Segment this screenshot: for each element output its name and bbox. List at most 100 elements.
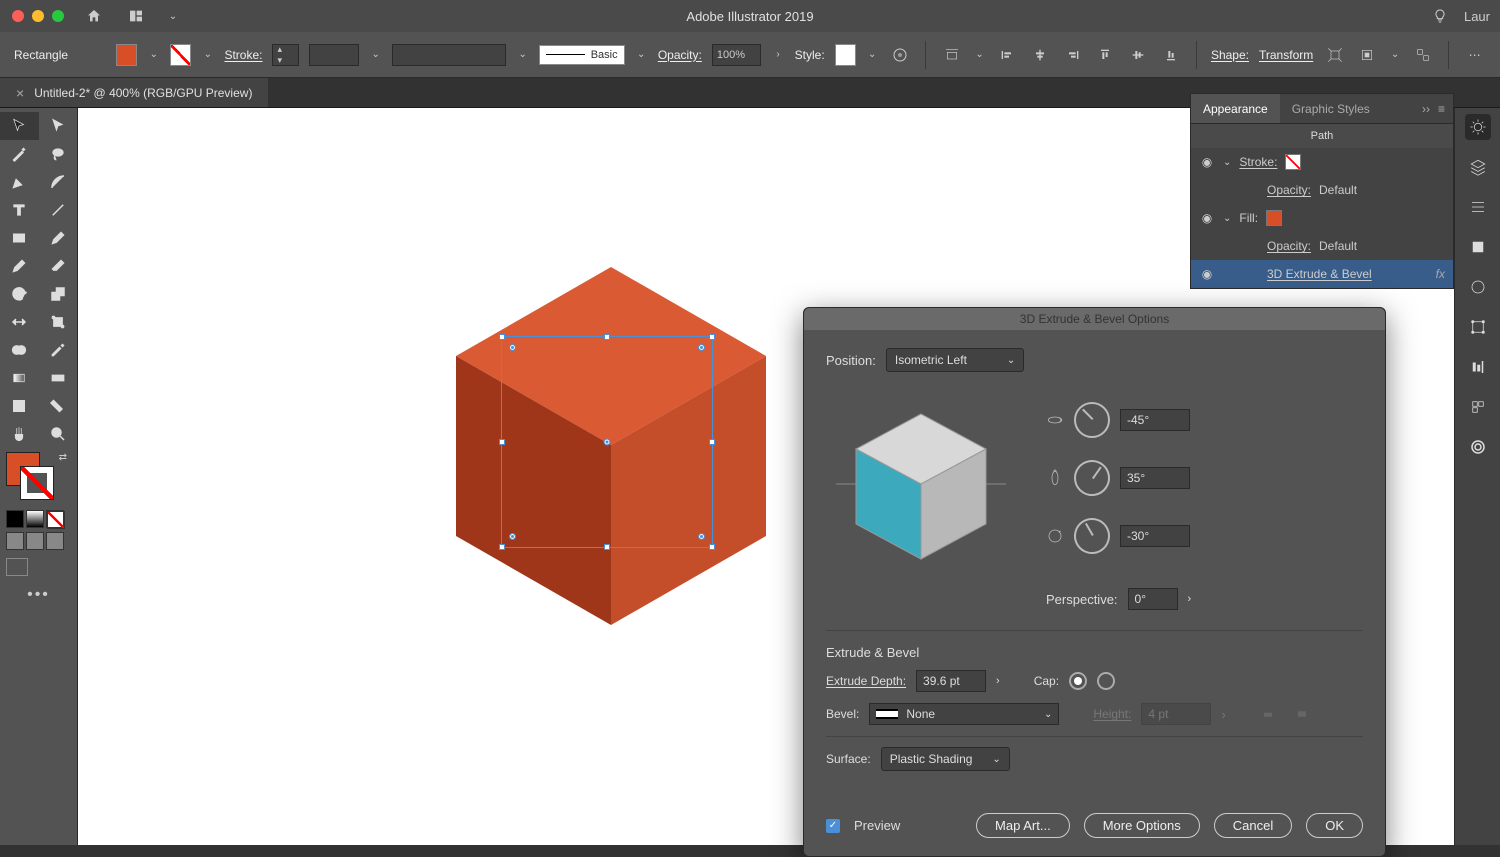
x-rotation-input[interactable]: -45°: [1120, 409, 1190, 431]
blend-tool[interactable]: [39, 364, 78, 392]
minimize-window-button[interactable]: [32, 10, 44, 22]
width-profile-dropdown[interactable]: ⌄: [516, 49, 529, 60]
perspective-stepper[interactable]: ›: [1188, 593, 1192, 605]
align-top-icon[interactable]: [1094, 43, 1117, 67]
document-tab[interactable]: × Untitled-2* @ 400% (RGB/GPU Preview): [0, 78, 268, 107]
align-to-dropdown[interactable]: ⌄: [973, 49, 986, 60]
fill-swatch[interactable]: [116, 44, 137, 66]
close-tab-icon[interactable]: ×: [16, 85, 24, 101]
eraser-tool[interactable]: [39, 252, 78, 280]
transform-link[interactable]: Transform: [1259, 48, 1313, 62]
direct-selection-tool[interactable]: [39, 112, 78, 140]
draw-behind[interactable]: [26, 532, 44, 550]
align-center-v-icon[interactable]: [1127, 43, 1150, 67]
align-bottom-icon[interactable]: [1159, 43, 1182, 67]
align-panel-icon[interactable]: [1465, 354, 1491, 380]
stroke-swatch[interactable]: [170, 44, 191, 66]
preview-checkbox[interactable]: ✓: [826, 819, 840, 833]
swatches-panel-icon[interactable]: [1465, 234, 1491, 260]
zoom-tool[interactable]: [39, 420, 78, 448]
lightbulb-icon[interactable]: [1428, 4, 1452, 28]
shape-builder-tool[interactable]: [0, 336, 39, 364]
appearance-fill-row[interactable]: ◉ ⌄ Fill:: [1191, 204, 1453, 232]
select-similar-icon[interactable]: [1412, 43, 1435, 67]
ok-button[interactable]: OK: [1306, 813, 1363, 838]
screen-mode[interactable]: [0, 552, 77, 578]
curvature-tool[interactable]: [39, 168, 78, 196]
arrange-documents-icon[interactable]: [124, 4, 148, 28]
magic-wand-tool[interactable]: [0, 140, 39, 168]
width-tool[interactable]: [0, 308, 39, 336]
appearance-3d-effect-row[interactable]: ◉ 3D Extrude & Bevel fx: [1191, 260, 1453, 288]
cc-libraries-icon[interactable]: [1465, 434, 1491, 460]
home-icon[interactable]: [82, 4, 106, 28]
cap-on-radio[interactable]: [1069, 672, 1087, 690]
scale-tool[interactable]: [39, 280, 78, 308]
draw-normal[interactable]: [6, 532, 24, 550]
opacity-dropdown[interactable]: ›: [771, 49, 784, 60]
y-rotation-input[interactable]: 35°: [1120, 467, 1190, 489]
fill-swatch-mini[interactable]: [1266, 210, 1282, 226]
surface-select[interactable]: Plastic Shading⌄: [881, 747, 1010, 771]
user-name[interactable]: Laur: [1464, 9, 1490, 24]
selection-tool[interactable]: [0, 112, 39, 140]
color-panel-icon[interactable]: [1465, 274, 1491, 300]
edit-toolbar-button[interactable]: •••: [0, 578, 77, 612]
paintbrush-tool[interactable]: [39, 224, 78, 252]
artwork-cube[interactable]: [456, 267, 766, 627]
opacity-label[interactable]: Opacity:: [658, 48, 702, 62]
depth-stepper[interactable]: ›: [996, 675, 1000, 687]
fill-dropdown[interactable]: ⌄: [147, 49, 160, 60]
draw-inside[interactable]: [46, 532, 64, 550]
maximize-window-button[interactable]: [52, 10, 64, 22]
type-tool[interactable]: [0, 196, 39, 224]
align-center-h-icon[interactable]: [1029, 43, 1052, 67]
recolor-artwork-icon[interactable]: [889, 43, 912, 67]
z-rotation-input[interactable]: -30°: [1120, 525, 1190, 547]
cap-off-radio[interactable]: [1097, 672, 1115, 690]
stroke-label[interactable]: Stroke:: [224, 48, 262, 62]
pen-tool[interactable]: [0, 168, 39, 196]
stroke-weight-stepper[interactable]: ▴▾: [272, 44, 299, 66]
brush-dropdown[interactable]: ⌄: [635, 49, 648, 60]
visibility-icon[interactable]: ◉: [1199, 155, 1215, 169]
artboard-tool[interactable]: [0, 392, 39, 420]
hand-tool[interactable]: [0, 420, 39, 448]
fill-stroke-picker[interactable]: ⇄: [0, 448, 77, 508]
brush-definition[interactable]: Basic: [539, 45, 624, 65]
more-options-button[interactable]: More Options: [1084, 813, 1200, 838]
isolate-icon[interactable]: [1323, 43, 1346, 67]
libraries-panel-icon[interactable]: [1465, 394, 1491, 420]
extrude-depth-input[interactable]: 39.6 pt: [916, 670, 986, 692]
color-mode-gradient[interactable]: [26, 510, 44, 528]
properties-panel-icon[interactable]: [1465, 194, 1491, 220]
color-mode-fill[interactable]: [6, 510, 24, 528]
shape-link[interactable]: Shape:: [1211, 48, 1249, 62]
tab-graphic-styles[interactable]: Graphic Styles: [1280, 94, 1382, 123]
edit-mask-icon[interactable]: [1356, 43, 1379, 67]
stroke-color-swatch[interactable]: [20, 466, 54, 500]
appearance-panel-icon[interactable]: [1465, 114, 1491, 140]
z-rotation-dial[interactable]: [1067, 511, 1116, 560]
visibility-icon[interactable]: ◉: [1199, 267, 1215, 281]
graphic-style-swatch[interactable]: [835, 44, 856, 66]
transform-panel-icon[interactable]: [1465, 314, 1491, 340]
tab-appearance[interactable]: Appearance: [1191, 94, 1280, 123]
variable-width-profile[interactable]: [392, 44, 506, 66]
rotation-cube-preview[interactable]: [826, 394, 1016, 574]
appearance-fill-opacity-row[interactable]: Opacity: Default: [1191, 232, 1453, 260]
stroke-dropdown[interactable]: ⌄: [201, 49, 214, 60]
appearance-stroke-opacity-row[interactable]: Opacity: Default: [1191, 176, 1453, 204]
align-left-icon[interactable]: [996, 43, 1019, 67]
stroke-weight-value[interactable]: [309, 44, 359, 66]
panel-collapse-icon[interactable]: ››: [1422, 102, 1430, 116]
close-window-button[interactable]: [12, 10, 24, 22]
cancel-button[interactable]: Cancel: [1214, 813, 1292, 838]
gradient-tool[interactable]: [0, 364, 39, 392]
opacity-value[interactable]: 100%: [712, 44, 762, 66]
rotate-tool[interactable]: [0, 280, 39, 308]
panel-menu-icon[interactable]: ≡: [1438, 102, 1445, 116]
appearance-stroke-row[interactable]: ◉ ⌄ Stroke:: [1191, 148, 1453, 176]
visibility-icon[interactable]: ◉: [1199, 211, 1215, 225]
line-tool[interactable]: [39, 196, 78, 224]
